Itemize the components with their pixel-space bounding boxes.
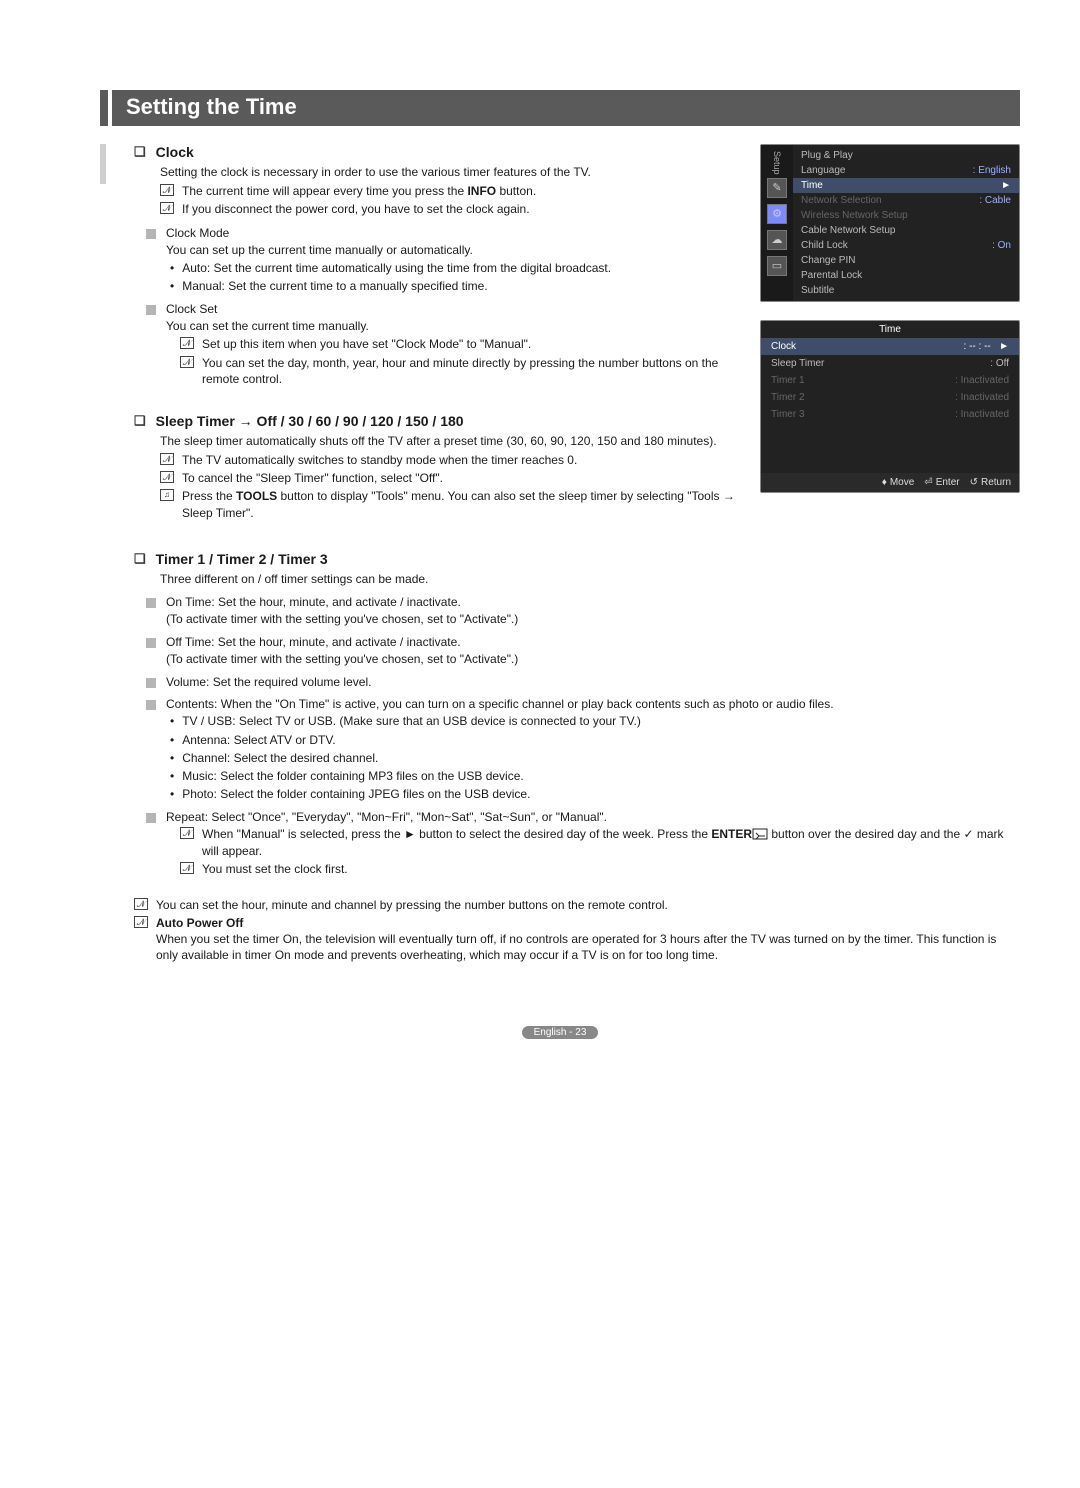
- osd-time-row: Timer 1: Inactivated: [761, 372, 1019, 389]
- osd-time-menu: Time Clock: -- : -- ►Sleep Timer: OffTim…: [760, 320, 1020, 493]
- page-title: Setting the Time: [112, 90, 1020, 126]
- clock-note-disconnect: 𝒩If you disconnect the power cord, you h…: [160, 201, 745, 217]
- square-bullet-icon: [146, 305, 156, 315]
- offtime-body: (To activate timer with the setting you'…: [166, 651, 1020, 667]
- osd-row: Change PIN: [793, 253, 1019, 268]
- volume-head: Volume: Set the required volume level.: [146, 675, 1020, 689]
- sleep-note-cancel: 𝒩To cancel the "Sleep Timer" function, s…: [160, 470, 745, 486]
- square-bullet-icon: [146, 598, 156, 608]
- contents-tvusb: TV / USB: Select TV or USB. (Make sure t…: [170, 713, 1020, 729]
- contents-antenna: Antenna: Select ATV or DTV.: [170, 732, 1020, 748]
- note-icon: 𝒩: [134, 898, 148, 910]
- note-icon: 𝒩: [180, 337, 194, 349]
- osd-setup-menu: Setup ✎ ⚙ ☁ ▭ Plug & PlayLanguage: Engli…: [760, 144, 1020, 302]
- osd-row: Time►: [793, 178, 1019, 193]
- osd-row: Network Selection: Cable: [793, 193, 1019, 208]
- offtime-head: Off Time: Set the hour, minute, and acti…: [146, 635, 1020, 649]
- section-title-bar: Setting the Time: [100, 90, 1020, 126]
- clock-mode-auto: Auto: Set the current time automatically…: [170, 260, 745, 276]
- page-footer: English - 23: [100, 1024, 1020, 1039]
- ontime-head: On Time: Set the hour, minute, and activ…: [146, 595, 1020, 609]
- osd-row: Child Lock: On: [793, 238, 1019, 253]
- square-bullet-icon: [146, 229, 156, 239]
- note-icon: 𝒩: [160, 202, 174, 214]
- ontime-body: (To activate timer with the setting you'…: [166, 611, 1020, 627]
- enter-hint: ⏎ Enter: [924, 477, 959, 488]
- clock-note-info: 𝒩The current time will appear every time…: [160, 183, 745, 199]
- contents-music: Music: Select the folder containing MP3 …: [170, 768, 1020, 784]
- contents-head: Contents: When the "On Time" is active, …: [146, 697, 1020, 711]
- sleep-tools-note: ♫Press the TOOLS button to display "Tool…: [160, 488, 745, 520]
- osd-row: Plug & Play: [793, 148, 1019, 163]
- square-bullet-icon: [146, 638, 156, 648]
- osd-row: Cable Network Setup: [793, 223, 1019, 238]
- square-bullet-icon: [146, 813, 156, 823]
- note-icon: 𝒩: [180, 356, 194, 368]
- osd-row: Wireless Network Setup: [793, 208, 1019, 223]
- page-number-badge: English - 23: [522, 1026, 599, 1039]
- osd-time-row: Sleep Timer: Off: [761, 355, 1019, 372]
- tools-icon: ♫: [160, 489, 174, 501]
- note-icon: 𝒩: [180, 827, 194, 839]
- sleep-heading: Sleep Timer → Off / 30 / 60 / 90 / 120 /…: [134, 413, 745, 429]
- note-icon: 𝒩: [160, 453, 174, 465]
- timer-heading: Timer 1 / Timer 2 / Timer 3: [134, 551, 1020, 567]
- square-bullet-icon: [146, 700, 156, 710]
- repeat-note-manual: 𝒩When "Manual" is selected, press the ► …: [180, 826, 1020, 858]
- accent-strip: [100, 90, 108, 126]
- clock-set-note2: 𝒩You can set the day, month, year, hour …: [180, 355, 745, 387]
- clock-mode-manual: Manual: Set the current time to a manual…: [170, 278, 745, 294]
- cloud-icon: ☁: [767, 230, 787, 250]
- osd-row: Parental Lock: [793, 268, 1019, 283]
- clock-set-head: Clock Set: [146, 302, 745, 316]
- move-hint: ♦ Move: [882, 477, 915, 488]
- bottom-number-note: 𝒩You can set the hour, minute and channe…: [134, 897, 1020, 913]
- repeat-head: Repeat: Select "Once", "Everyday", "Mon~…: [146, 810, 1020, 824]
- osd-row: Subtitle: [793, 283, 1019, 298]
- repeat-note-clockfirst: 𝒩You must set the clock first.: [180, 861, 1020, 877]
- clock-heading: Clock: [134, 144, 745, 160]
- return-hint: ↺ Return: [970, 477, 1011, 488]
- timer-body: Three different on / off timer settings …: [160, 571, 1020, 587]
- folder-icon: ▭: [767, 256, 787, 276]
- brush-icon: ✎: [767, 178, 787, 198]
- osd-preview-group: Setup ✎ ⚙ ☁ ▭ Plug & PlayLanguage: Engli…: [760, 144, 1020, 493]
- osd-row: Language: English: [793, 163, 1019, 178]
- note-icon: 𝒩: [180, 862, 194, 874]
- osd-time-row: Clock: -- : -- ►: [761, 338, 1019, 355]
- note-icon: 𝒩: [134, 916, 148, 928]
- contents-photo: Photo: Select the folder containing JPEG…: [170, 786, 1020, 802]
- osd-time-title: Time: [761, 321, 1019, 338]
- osd-time-row: Timer 2: Inactivated: [761, 389, 1019, 406]
- note-icon: 𝒩: [160, 471, 174, 483]
- clock-set-note1: 𝒩Set up this item when you have set "Clo…: [180, 336, 745, 352]
- osd-time-row: Timer 3: Inactivated: [761, 406, 1019, 423]
- gear-icon: ⚙: [767, 204, 787, 224]
- contents-channel: Channel: Select the desired channel.: [170, 750, 1020, 766]
- auto-power-off: 𝒩Auto Power OffWhen you set the timer On…: [134, 915, 1020, 964]
- note-icon: 𝒩: [160, 184, 174, 196]
- clock-mode-head: Clock Mode: [146, 226, 745, 240]
- content-accent: [100, 144, 106, 184]
- square-bullet-icon: [146, 678, 156, 688]
- sleep-note-standby: 𝒩The TV automatically switches to standb…: [160, 452, 745, 468]
